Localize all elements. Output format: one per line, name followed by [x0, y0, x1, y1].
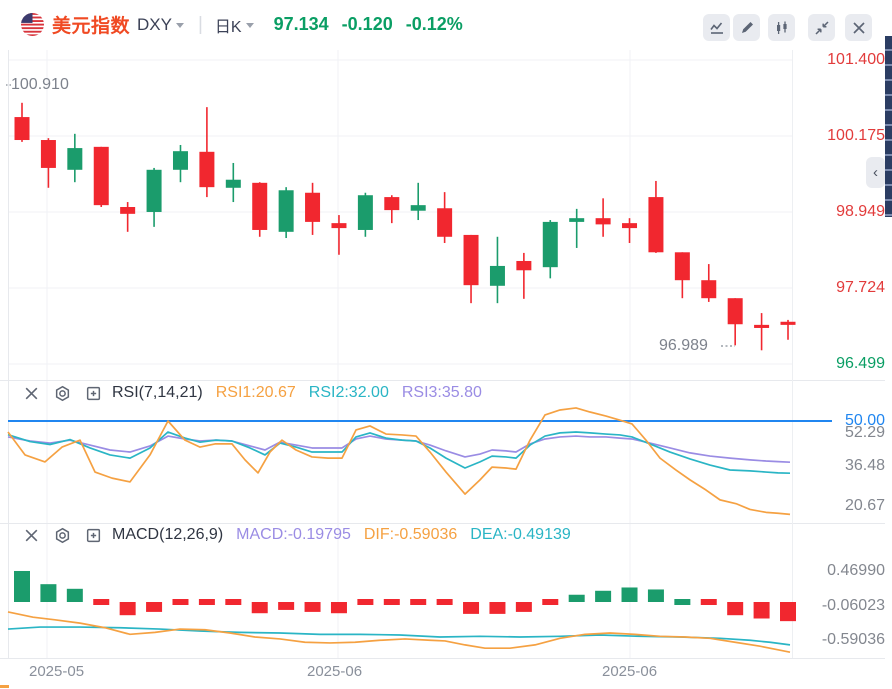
period-label: 日K [215, 13, 242, 37]
expand-plus-icon [85, 385, 102, 402]
gear-icon [54, 527, 71, 544]
last-price: 97.134 [274, 14, 329, 35]
price-tick: 100.175 [827, 127, 885, 145]
instrument-name: 美元指数 [52, 11, 130, 38]
macd-panel-header: MACD(12,26,9) MACD:-0.19795 DIF:-0.59036… [22, 526, 571, 544]
macd-value: MACD:-0.19795 [236, 526, 351, 544]
chart-canvas[interactable] [0, 0, 892, 689]
macd-tick: -0.06023 [822, 597, 885, 615]
rsi-tick: 20.67 [845, 497, 885, 515]
rsi-expand-button[interactable] [84, 384, 102, 402]
dif-value: DIF:-0.59036 [364, 526, 457, 544]
divider: | [198, 14, 203, 36]
dea-value: DEA:-0.49139 [470, 526, 571, 544]
low-annotation: 96.989 [659, 337, 708, 355]
chevron-down-icon [176, 23, 184, 28]
high-annotation: 100.910 [11, 76, 69, 94]
price-change-pct: -0.12% [406, 14, 463, 35]
macd-title: MACD(12,26,9) [112, 526, 223, 544]
macd-tick: -0.59036 [822, 631, 885, 649]
macd-tick: 0.46990 [827, 562, 885, 580]
price-tick: 96.499 [836, 355, 885, 373]
rsi-panel-header: RSI(7,14,21) RSI1:20.67 RSI2:32.00 RSI3:… [22, 384, 482, 402]
price-tick: 98.949 [836, 203, 885, 221]
loading-tick [0, 685, 9, 688]
line-chart-button[interactable] [703, 14, 730, 41]
price-tick: 101.400 [827, 51, 885, 69]
x-axis-label: 2025-06 [602, 663, 657, 680]
rsi2-value: RSI2:32.00 [309, 384, 389, 402]
expand-panel-button[interactable]: ‹ [866, 157, 885, 188]
price-change: -0.120 [342, 14, 393, 35]
collapsed-panel-strip[interactable] [885, 36, 892, 217]
collapse-button[interactable] [808, 14, 835, 41]
candlestick-button[interactable] [768, 14, 795, 41]
macd-close-button[interactable] [22, 526, 40, 544]
us-flag-icon [21, 13, 44, 36]
expand-plus-icon [85, 527, 102, 544]
x-axis-label: 2025-05 [29, 663, 84, 680]
gear-icon [54, 385, 71, 402]
rsi-close-button[interactable] [22, 384, 40, 402]
collapse-icon [814, 20, 830, 36]
rsi3-value: RSI3:35.80 [402, 384, 482, 402]
close-icon [23, 385, 40, 402]
macd-settings-button[interactable] [53, 526, 71, 544]
symbol-dropdown[interactable]: DXY [137, 15, 184, 35]
line-chart-icon [709, 20, 725, 36]
price-tick: 97.724 [836, 279, 885, 297]
chevron-down-icon [246, 23, 254, 28]
rsi1-value: RSI1:20.67 [216, 384, 296, 402]
close-chart-button[interactable] [845, 14, 872, 41]
draw-button[interactable] [733, 14, 760, 41]
rsi-tick: 36.48 [845, 457, 885, 475]
candlestick-icon [774, 20, 790, 36]
period-dropdown[interactable]: 日K [215, 13, 254, 37]
chart-header: 美元指数 DXY | 日K 97.134 -0.120 -0.12% [21, 11, 463, 38]
macd-expand-button[interactable] [84, 526, 102, 544]
close-icon [851, 20, 867, 36]
close-icon [23, 527, 40, 544]
x-axis-label: 2025-06 [307, 663, 362, 680]
symbol-label: DXY [137, 15, 172, 35]
rsi-settings-button[interactable] [53, 384, 71, 402]
draw-icon [739, 20, 755, 36]
rsi-hline-label: 50.00 [845, 412, 885, 430]
rsi-title: RSI(7,14,21) [112, 384, 203, 402]
trading-chart-app: 美元指数 DXY | 日K 97.134 -0.120 -0.12% [0, 0, 892, 689]
